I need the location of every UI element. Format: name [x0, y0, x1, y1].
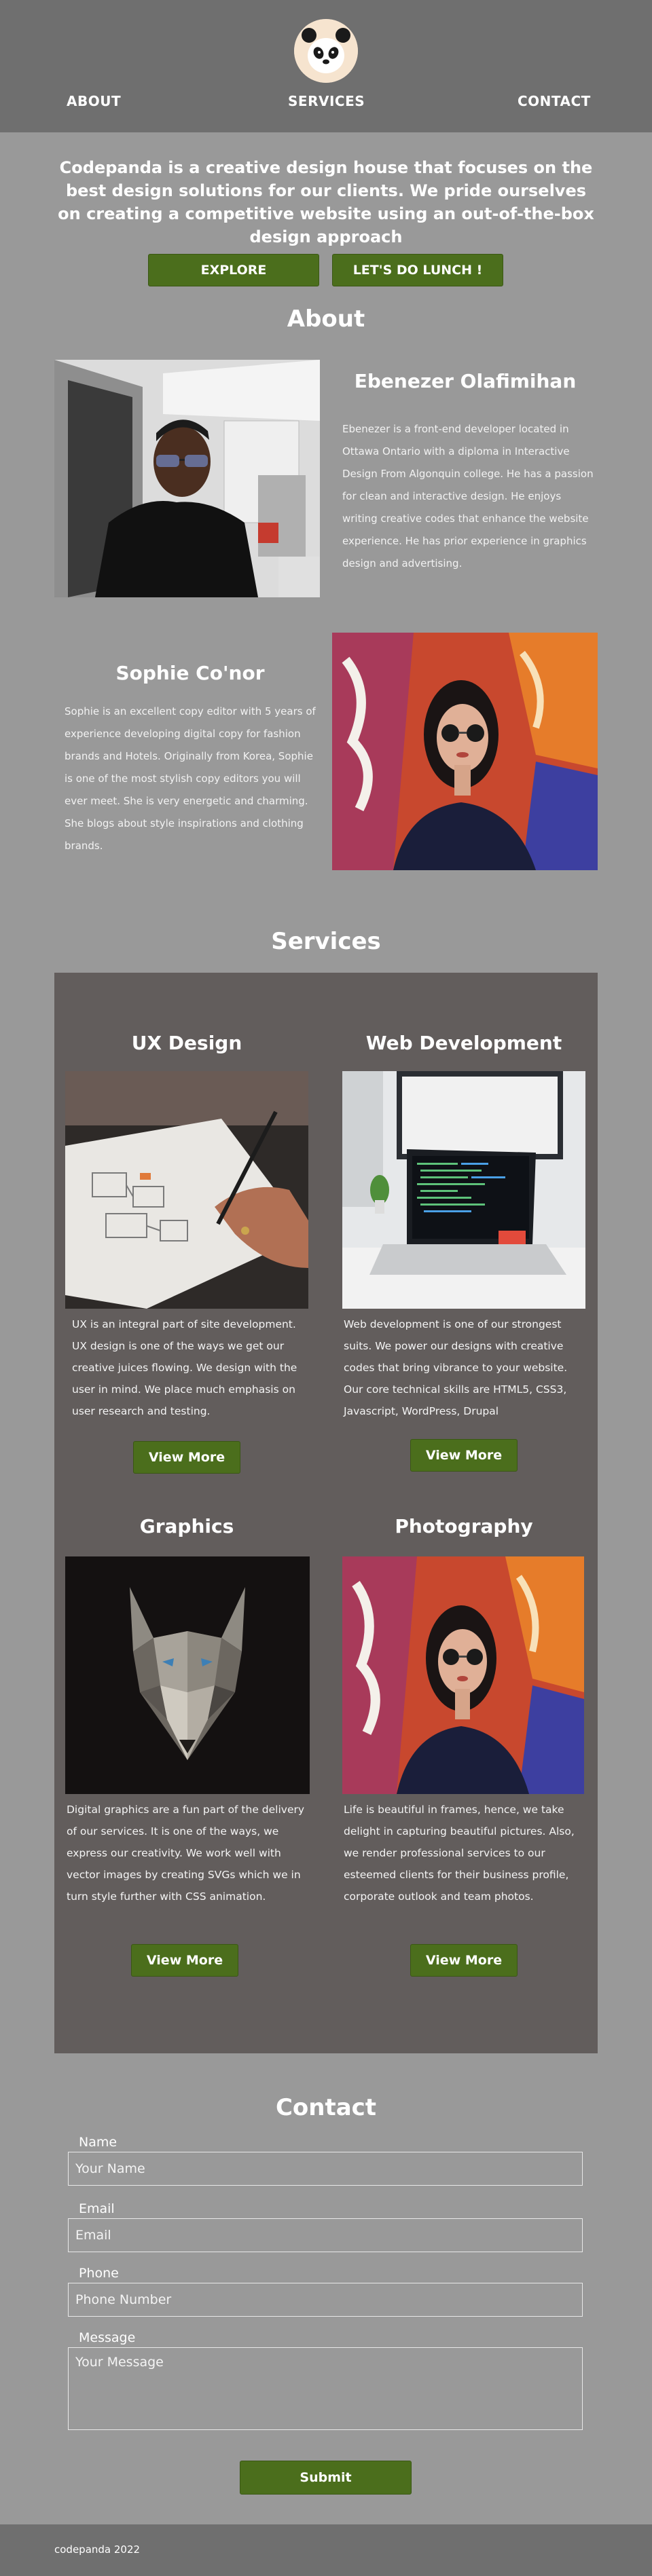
web-development-photo	[342, 1071, 585, 1309]
name-label: Name	[79, 2135, 117, 2150]
sophie-name: Sophie Co'nor	[115, 662, 265, 684]
photography-photo	[342, 1556, 584, 1794]
sophie-photo	[332, 633, 598, 870]
photography-description: Life is beautiful in frames, hence, we t…	[344, 1804, 575, 1903]
services-title: Services	[271, 928, 381, 955]
about-title: About	[287, 305, 365, 333]
phone-input[interactable]	[68, 2283, 583, 2317]
nav-services-link[interactable]: SERVICES	[288, 93, 365, 109]
panda-logo-icon[interactable]	[294, 19, 358, 83]
ux-design-title: UX Design	[131, 1032, 242, 1054]
footer-copyright: codepanda 2022	[54, 2543, 141, 2556]
email-input[interactable]	[68, 2218, 583, 2252]
hero-tagline: Codepanda is a creative design house tha…	[58, 158, 594, 246]
explore-button[interactable]: EXPLORE	[148, 254, 319, 286]
contact-title: Contact	[275, 2094, 377, 2121]
ux-design-view-more-button[interactable]: View More	[133, 1441, 240, 1474]
site-footer: codepanda 2022	[0, 2524, 652, 2576]
web-development-description: Web development is one of our strongest …	[344, 1318, 568, 1417]
nav-contact-link[interactable]: CONTACT	[518, 93, 591, 109]
ebenezer-name: Ebenezer Olafimihan	[354, 370, 577, 392]
email-label: Email	[79, 2201, 115, 2216]
nav-about-link[interactable]: ABOUT	[67, 93, 121, 109]
photography-view-more-button[interactable]: View More	[410, 1944, 518, 1977]
site-header: ABOUT SERVICES CONTACT	[0, 0, 652, 132]
web-development-view-more-button[interactable]: View More	[410, 1439, 518, 1472]
graphics-photo	[65, 1556, 310, 1794]
ux-design-photo	[65, 1071, 308, 1309]
web-development-title: Web Development	[365, 1032, 562, 1054]
ebenezer-bio: Ebenezer is a front-end developer locate…	[342, 423, 594, 570]
graphics-title: Graphics	[139, 1515, 234, 1537]
graphics-view-more-button[interactable]: View More	[131, 1944, 238, 1977]
photography-title: Photography	[395, 1515, 533, 1537]
graphics-description: Digital graphics are a fun part of the d…	[67, 1804, 305, 1903]
lunch-button[interactable]: LET'S DO LUNCH !	[332, 254, 503, 286]
message-textarea[interactable]	[68, 2347, 583, 2430]
ux-design-description: UX is an integral part of site developme…	[72, 1318, 297, 1417]
phone-label: Phone	[79, 2266, 119, 2281]
ebenezer-photo	[54, 360, 320, 597]
submit-button[interactable]: Submit	[240, 2461, 412, 2495]
name-input[interactable]	[68, 2152, 583, 2186]
sophie-bio: Sophie is an excellent copy editor with …	[65, 705, 316, 852]
message-label: Message	[79, 2330, 136, 2345]
